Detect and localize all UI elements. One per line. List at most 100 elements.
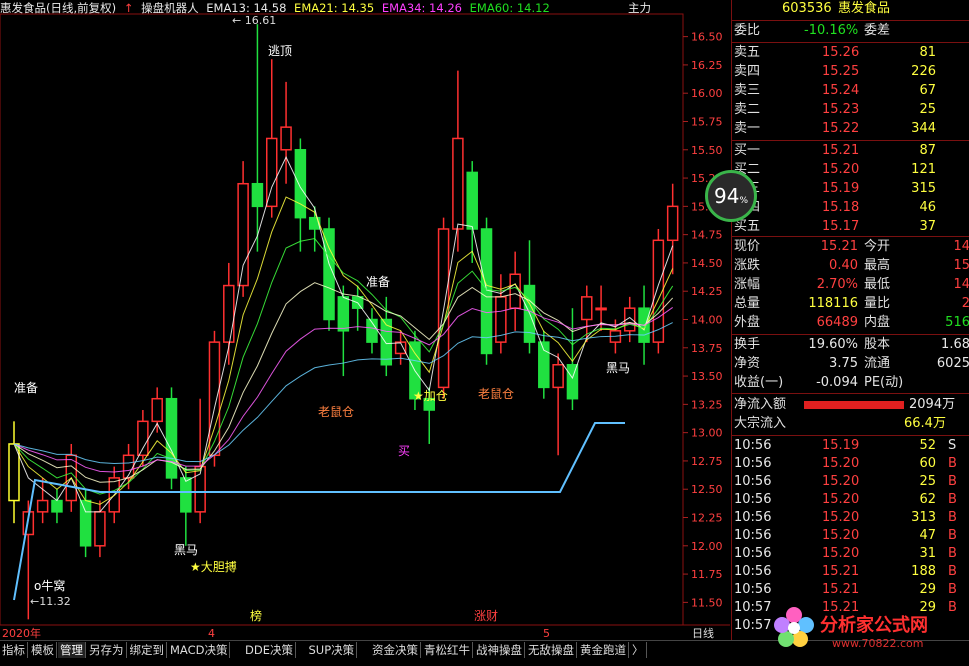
candle[interactable] bbox=[380, 296, 393, 377]
tick-row: 10:56 15.20 25 B bbox=[734, 474, 957, 489]
y-tick-label: 13.75 bbox=[691, 342, 723, 355]
candle[interactable] bbox=[237, 161, 249, 297]
y-tick-label: 12.75 bbox=[691, 455, 723, 468]
chart-annotation: 准备 bbox=[14, 381, 38, 395]
weibi-row: 委比 -10.16% 委差 bbox=[734, 23, 891, 38]
tab-3[interactable]: 另存为 bbox=[87, 642, 127, 658]
y-tick-label: 16.25 bbox=[691, 59, 723, 72]
y-tick-label: 13.50 bbox=[691, 370, 723, 383]
candle[interactable] bbox=[552, 353, 564, 456]
high-price-label: ← 16.61 bbox=[232, 14, 276, 27]
x-axis-label: 2020年 bbox=[2, 626, 41, 640]
chart-annotation: 老鼠仓 bbox=[318, 405, 354, 419]
ema60-label: EMA60: 14.12 bbox=[469, 1, 550, 15]
y-tick-label: 12.50 bbox=[691, 483, 723, 496]
bid-row: 买一 15.21 87 bbox=[734, 143, 936, 158]
y-tick-label: 14.50 bbox=[691, 257, 723, 270]
quote-panel: 603536 惠发食品 委比 -10.16% 委差 卖五 15.26 81 卖四 15.… bbox=[731, 0, 969, 640]
ema34-label: EMA34: 14.26 bbox=[381, 1, 462, 15]
tick-row: 10:56 15.20 62 B bbox=[734, 492, 957, 507]
candle[interactable] bbox=[94, 500, 106, 558]
ema13-label: EMA13: 14.58 bbox=[206, 1, 287, 15]
candle[interactable] bbox=[495, 274, 507, 354]
chart-annotation: ★加仓 bbox=[413, 389, 448, 403]
candle[interactable] bbox=[566, 308, 579, 411]
tab-8[interactable]: 资金决策 bbox=[370, 642, 421, 658]
candle[interactable] bbox=[294, 138, 307, 252]
y-tick-label: 15.50 bbox=[691, 144, 723, 157]
indicator-header: 惠发食品(日线,前复权) ↑ 操盘机器人 EMA13: 14.58 EMA21:… bbox=[0, 0, 554, 15]
candle[interactable] bbox=[466, 161, 478, 263]
weibi-value: -10.16% bbox=[804, 23, 859, 38]
chart-annotation: 黑马 bbox=[174, 543, 198, 557]
stock-code: 603536 bbox=[782, 1, 832, 16]
tick-row: 10:56 15.21 188 B bbox=[734, 564, 957, 579]
candle[interactable] bbox=[151, 387, 163, 433]
stats-row: 外盘 66489 内盘 516 bbox=[734, 315, 969, 330]
tab-13[interactable]: 〉 bbox=[630, 642, 647, 658]
gauge-badge[interactable]: 94% bbox=[705, 170, 757, 222]
tick-row: 10:56 15.21 29 B bbox=[734, 582, 957, 597]
chart-annotation: 逃顶 bbox=[268, 44, 292, 58]
kline-svg[interactable]: 16.5016.2516.0015.7515.5015.2515.0014.75… bbox=[0, 0, 730, 640]
tab-2[interactable]: 管理 bbox=[58, 642, 86, 658]
candle[interactable] bbox=[366, 308, 378, 354]
flower-logo-icon bbox=[774, 607, 814, 647]
main-force-label: 主力 bbox=[628, 1, 651, 15]
tab-4[interactable]: 绑定到 bbox=[128, 642, 167, 658]
chart-annotation: ★大胆搏 bbox=[190, 560, 237, 574]
chart-annotation: 榜 bbox=[250, 608, 262, 623]
stats-row: 总量 118116 量比 2 bbox=[734, 296, 969, 311]
robot-label: 操盘机器人 bbox=[141, 1, 199, 15]
candle[interactable] bbox=[79, 489, 92, 558]
stats-row: 涨幅 2.70% 最低 14 bbox=[734, 277, 969, 292]
tab-7[interactable]: SUP决策 bbox=[307, 642, 358, 658]
stats-row: 现价 15.21 今开 14 bbox=[734, 239, 969, 254]
tab-0[interactable]: 指标 bbox=[0, 642, 28, 658]
block-row: 大宗流入 66.4万 bbox=[734, 416, 946, 431]
watermark: 分析家公式网 www.70822.com bbox=[770, 603, 969, 653]
candle[interactable] bbox=[180, 466, 192, 546]
tab-1[interactable]: 模板 bbox=[29, 642, 57, 658]
bid-row: 买五 15.17 37 bbox=[734, 219, 936, 234]
kline-chart[interactable]: 16.5016.2516.0015.7515.5015.2515.0014.75… bbox=[0, 0, 730, 640]
y-tick-label: 16.50 bbox=[691, 31, 723, 44]
tab-10[interactable]: 战神操盘 bbox=[474, 642, 525, 658]
inflow-bar bbox=[804, 401, 904, 409]
tab-5[interactable]: MACD决策 bbox=[168, 642, 231, 658]
block-value: 66.4万 bbox=[904, 416, 946, 431]
tab-6[interactable]: DDE决策 bbox=[243, 642, 296, 658]
tick-row: 10:56 15.20 60 B bbox=[734, 456, 957, 471]
tab-12[interactable]: 黄金跑道 bbox=[578, 642, 629, 658]
candle[interactable] bbox=[265, 59, 278, 218]
ask-row: 卖三 15.24 67 bbox=[734, 83, 936, 98]
y-tick-label: 13.25 bbox=[691, 398, 723, 411]
candle[interactable] bbox=[8, 421, 20, 524]
candle[interactable] bbox=[208, 330, 221, 467]
ask-row: 卖二 15.23 25 bbox=[734, 102, 936, 117]
y-tick-label: 14.00 bbox=[691, 314, 723, 327]
candle[interactable] bbox=[36, 477, 49, 524]
candle[interactable] bbox=[137, 410, 149, 467]
ask-row: 卖四 15.25 226 bbox=[734, 64, 936, 79]
ask-row: 卖五 15.26 81 bbox=[734, 45, 936, 60]
x-axis-label: 5 bbox=[543, 627, 550, 640]
candle[interactable] bbox=[323, 217, 335, 331]
candle[interactable] bbox=[280, 81, 292, 184]
bid-row: 买二 15.20 121 bbox=[734, 162, 936, 177]
candle[interactable] bbox=[666, 183, 679, 275]
y-tick-label: 16.00 bbox=[691, 87, 723, 100]
bid-row: 买四15.1846 bbox=[734, 200, 936, 215]
tab-9[interactable]: 青松红牛 bbox=[422, 642, 473, 658]
tab-11[interactable]: 无敌操盘 bbox=[526, 642, 577, 658]
candle[interactable] bbox=[223, 262, 235, 365]
y-tick-label: 13.00 bbox=[691, 427, 723, 440]
candle[interactable] bbox=[165, 387, 178, 490]
ema21-label: EMA21: 14.35 bbox=[294, 1, 375, 15]
quote-header: 603536 惠发食品 bbox=[732, 0, 969, 18]
tick-row: 10:56 15.20 47 B bbox=[734, 528, 957, 543]
candle[interactable] bbox=[251, 24, 264, 252]
y-tick-label: 15.75 bbox=[691, 115, 723, 128]
tick-row: 10:56 15.19 52 S bbox=[734, 438, 957, 453]
stock-name: 惠发食品 bbox=[838, 1, 891, 16]
